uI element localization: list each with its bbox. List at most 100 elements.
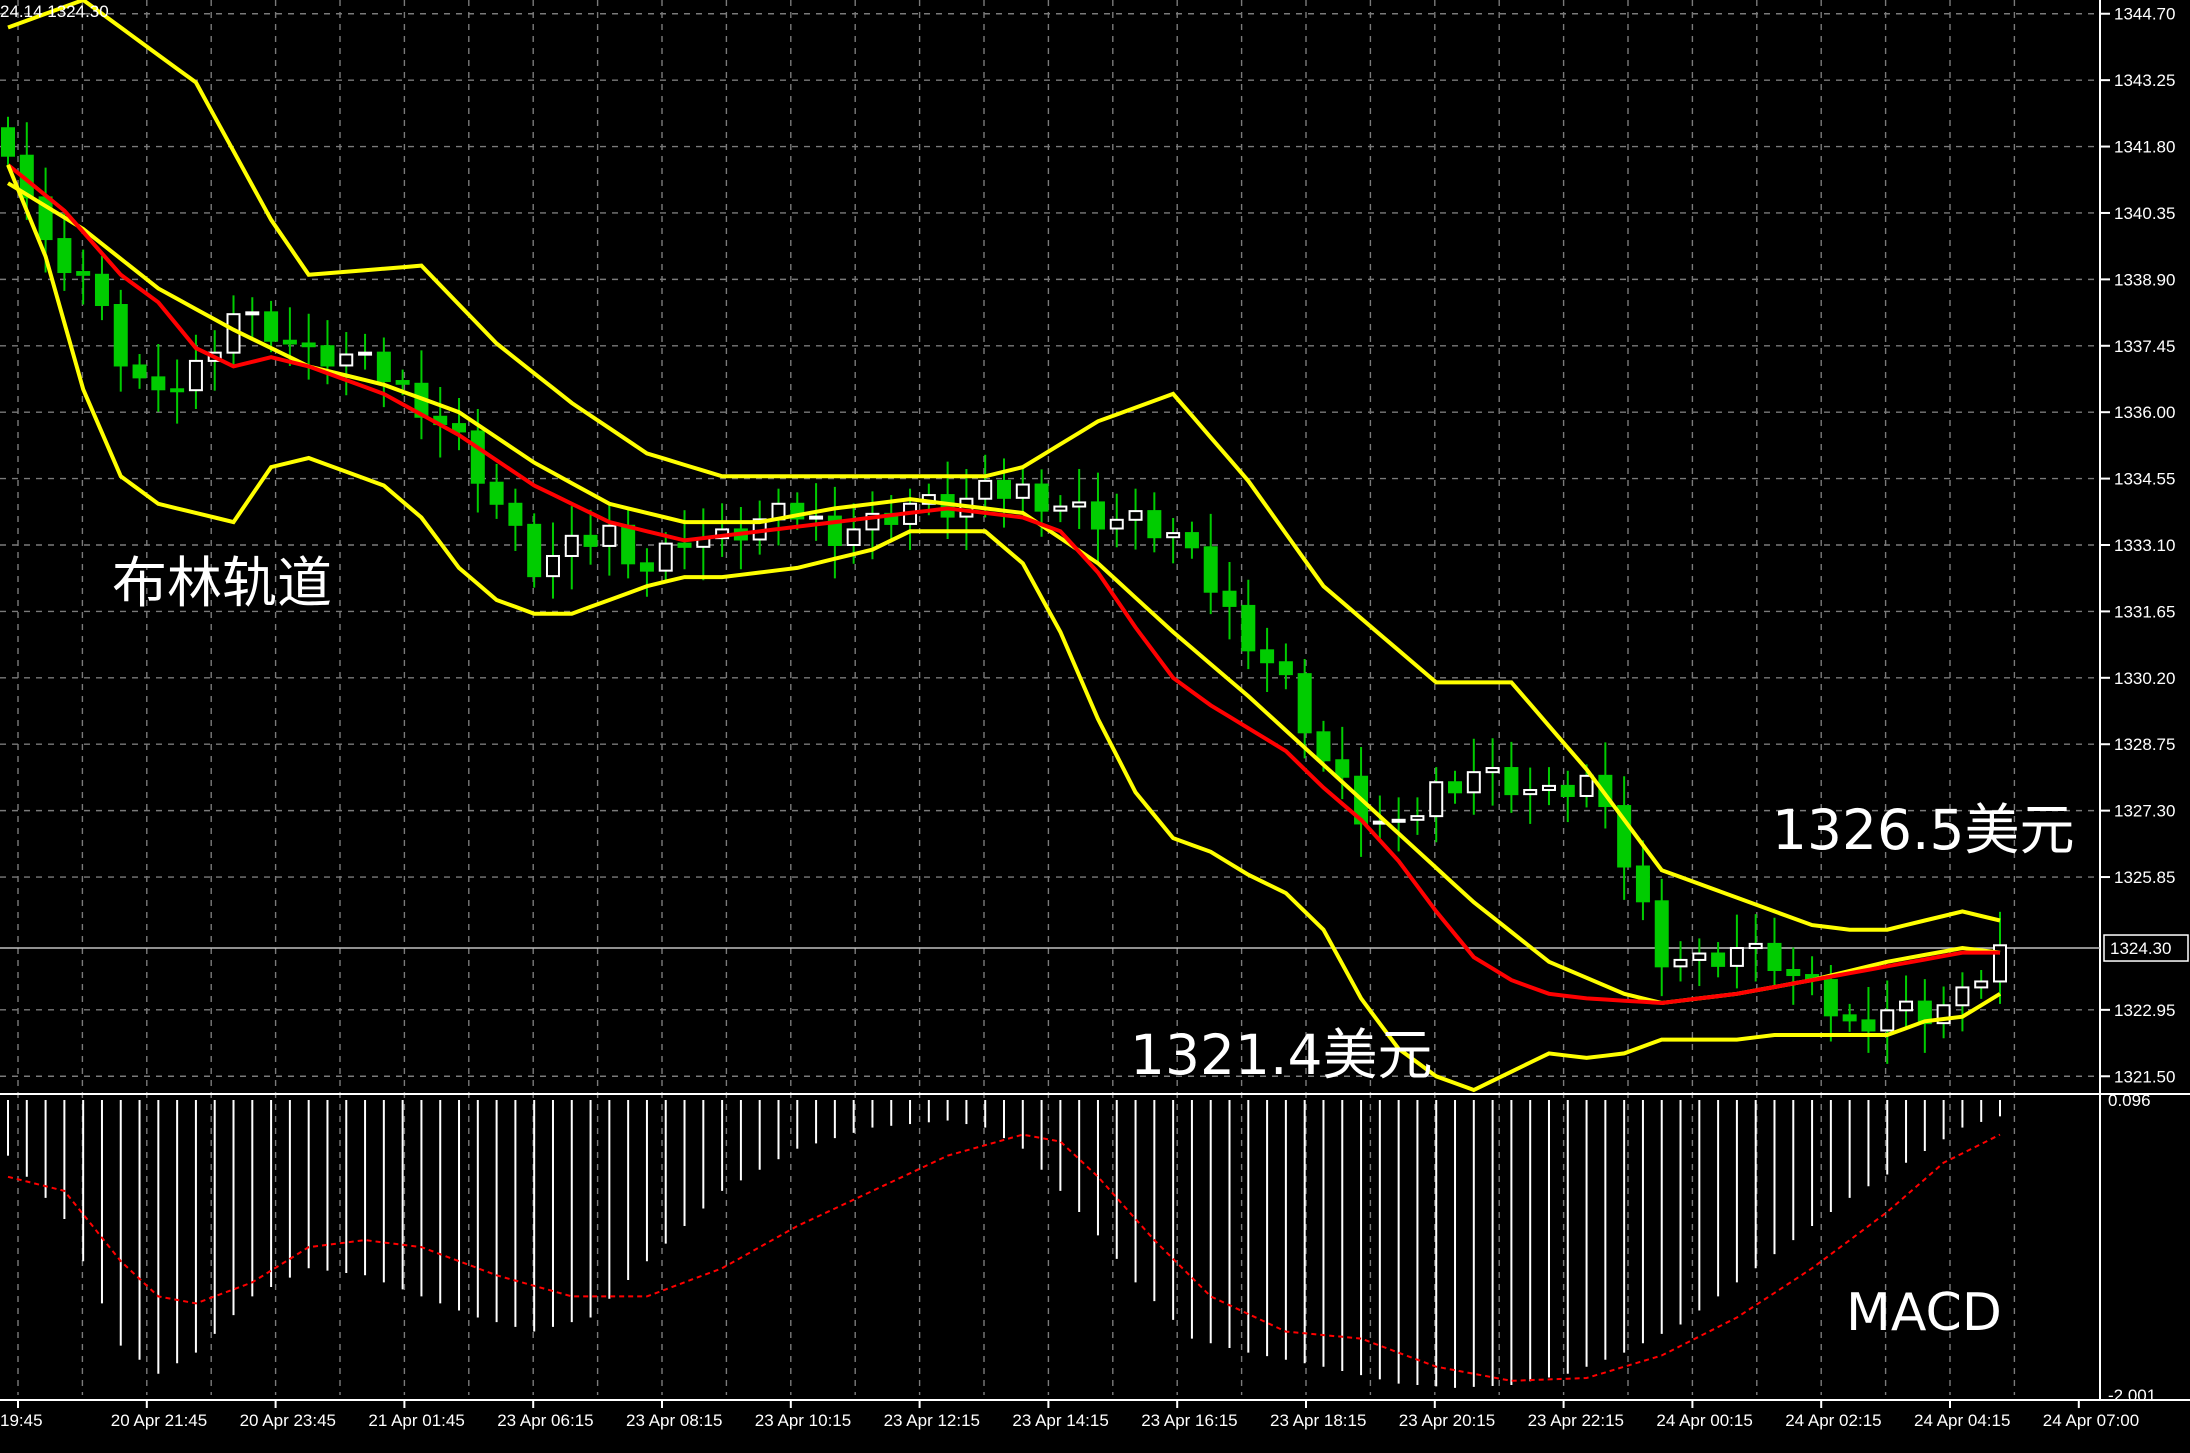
candle-body <box>1504 767 1519 796</box>
candle-body <box>1974 980 1989 989</box>
time-tick-label: 20 Apr 23:45 <box>240 1411 336 1430</box>
candle-body <box>1090 501 1105 530</box>
time-tick-label: 19:45 <box>0 1411 43 1430</box>
time-tick-label: 24 Apr 04:15 <box>1914 1411 2010 1430</box>
candle-body <box>245 311 260 316</box>
price-tick-label: 1330.20 <box>2114 669 2175 688</box>
time-tick-label: 23 Apr 14:15 <box>1012 1411 1108 1430</box>
candle-body <box>1147 510 1162 539</box>
candle-body <box>1711 952 1726 967</box>
candle-body <box>1729 947 1744 967</box>
candle-body <box>677 542 692 548</box>
price-tick-label: 1343.25 <box>2114 71 2175 90</box>
candle-body <box>1072 501 1087 508</box>
time-tick-label: 23 Apr 10:15 <box>755 1411 851 1430</box>
candle-body <box>188 359 203 392</box>
candle-body <box>1429 781 1444 818</box>
candle-body <box>470 430 485 484</box>
time-tick-label: 23 Apr 08:15 <box>626 1411 722 1430</box>
candle-body <box>1109 518 1124 530</box>
macd-annotation: MACD <box>1846 1283 2002 1343</box>
candle-body <box>1880 1009 1895 1032</box>
time-tick-label: 21 Apr 01:45 <box>368 1411 464 1430</box>
candle-body <box>489 481 504 505</box>
macd-tick-label: -2.001 <box>2108 1386 2156 1405</box>
price-tick-label: 1336.00 <box>2114 403 2175 422</box>
bollinger-lower-line <box>6 164 2002 1093</box>
candle-body <box>1015 483 1030 499</box>
candle-body <box>1748 942 1763 950</box>
price-tick-label: 1321.50 <box>2114 1067 2175 1086</box>
candle-body <box>282 339 297 345</box>
candle-body <box>1861 1019 1876 1032</box>
candle-body <box>57 238 72 274</box>
candle-body <box>508 502 523 526</box>
candle-body <box>301 342 316 348</box>
candle-body <box>1955 986 1970 1007</box>
time-tick-label: 23 Apr 20:15 <box>1399 1411 1495 1430</box>
candle-body <box>997 479 1011 499</box>
price-tick-label: 1340.35 <box>2114 204 2175 223</box>
time-tick-label: 23 Apr 06:15 <box>497 1411 593 1430</box>
candle-body <box>1391 818 1406 823</box>
top-readout: 24.14 1324.30 <box>0 2 109 21</box>
time-tick-label: 24 Apr 07:00 <box>2043 1411 2139 1430</box>
candle-body <box>1560 784 1575 797</box>
candle-body <box>1523 789 1538 796</box>
bollinger-annotation: 布林轨道 <box>112 551 333 615</box>
price-tick-label: 1334.55 <box>2114 470 2175 489</box>
candle-body <box>452 423 467 433</box>
candle-body <box>1448 781 1463 794</box>
candle-body <box>1278 661 1293 676</box>
price-tick-label: 1341.80 <box>2114 138 2175 157</box>
candle-body <box>1485 767 1500 774</box>
chart-window: 1344.70 1343.25 1341.80 1340.35 1338.90 1337.… <box>0 0 2190 1448</box>
candle-body <box>1786 969 1801 977</box>
candle-body <box>527 523 542 578</box>
candle-body <box>1635 865 1650 903</box>
price-tick-label: 1338.90 <box>2114 270 2175 289</box>
candle-body <box>1541 784 1556 792</box>
price-tick-label: 1327.30 <box>2114 802 2175 821</box>
candle-body <box>1899 1000 1914 1012</box>
candle-body <box>1 127 15 157</box>
candle-body <box>978 479 993 500</box>
candle-body <box>1823 979 1838 1017</box>
candle-body <box>132 364 147 379</box>
candle-body <box>76 271 91 276</box>
time-tick-label: 23 Apr 22:15 <box>1528 1411 1624 1430</box>
candle-body <box>1767 942 1782 972</box>
candle-body <box>658 542 673 572</box>
candle-body <box>170 388 185 393</box>
candle-body <box>1410 815 1425 821</box>
candle-body <box>846 528 861 547</box>
candle-body <box>1673 958 1688 968</box>
candle-body <box>358 351 373 356</box>
chart-svg: 1344.70 1343.25 1341.80 1340.35 1338.90 1337.… <box>0 0 2190 1430</box>
candle-body <box>639 562 654 572</box>
candle-body <box>621 524 636 565</box>
price-tick-label: 1344.70 <box>2114 5 2175 24</box>
candle-body <box>339 353 354 367</box>
candle-body <box>113 304 128 367</box>
low-level-annotation: 1321.4美元 <box>1130 1023 1433 1087</box>
candle-body <box>1222 590 1237 607</box>
candle-body <box>1053 505 1068 512</box>
current-price-label: 1324.30 <box>2110 939 2171 958</box>
candle-body <box>1466 771 1481 794</box>
candle-body <box>151 376 166 391</box>
candle-body <box>94 273 109 307</box>
candle-body <box>320 345 335 367</box>
time-tick-label: 23 Apr 18:15 <box>1270 1411 1366 1430</box>
macd-signal-line <box>7 1133 2001 1382</box>
time-tick-label: 23 Apr 16:15 <box>1141 1411 1237 1430</box>
time-tick-label: 23 Apr 12:15 <box>884 1411 980 1430</box>
candle-body <box>1203 546 1218 593</box>
macd-tick-label: 0.096 <box>2108 1091 2151 1110</box>
price-tick-label: 1322.95 <box>2114 1001 2175 1020</box>
candle-body <box>1842 1014 1857 1022</box>
candle-body <box>1184 532 1199 549</box>
candle-body <box>1241 604 1256 652</box>
candle-body <box>395 380 410 385</box>
candle-body <box>1579 774 1594 797</box>
